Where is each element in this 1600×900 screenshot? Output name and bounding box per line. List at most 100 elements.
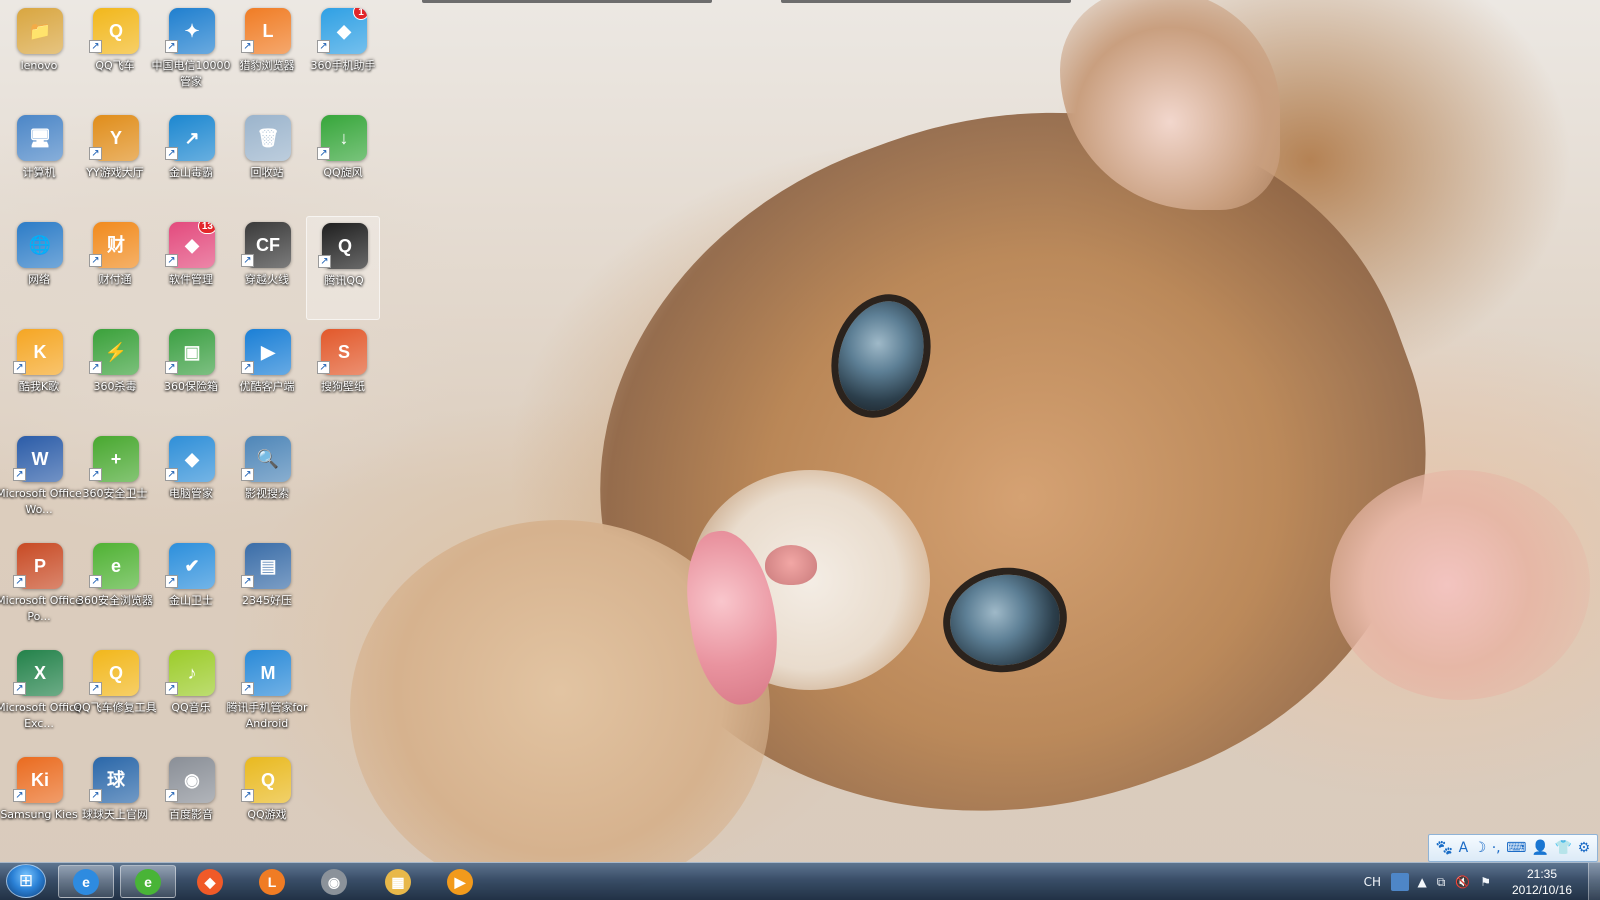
desktop-icon[interactable]: ↓ ↗ QQ旋风	[306, 109, 380, 213]
show-desktop-button[interactable]	[1588, 863, 1600, 900]
ime-toolbar-button[interactable]: ·,	[1492, 838, 1501, 858]
desktop-icon[interactable]: CF ↗ 穿越火线	[230, 216, 304, 320]
ime-toolbar-button[interactable]: ⚙	[1578, 838, 1591, 858]
shortcut-arrow-icon: ↗	[89, 40, 102, 53]
desktop-icon[interactable]: Y ↗ YY游戏大厅	[78, 109, 152, 213]
shortcut-arrow-icon: ↗	[241, 361, 254, 374]
media-player-taskbar-button[interactable]: ▶	[432, 865, 488, 898]
start-button[interactable]: ⊞	[6, 864, 46, 898]
ime-tray-icon[interactable]	[1391, 873, 1409, 891]
desktop-icon[interactable]: ▶ ↗ 优酷客户端	[230, 323, 304, 427]
wallpaper-cat-muzzle	[690, 470, 930, 690]
system-tray: CH	[1359, 863, 1414, 900]
desktop-icon[interactable]: L ↗ 猎豹浏览器	[230, 2, 304, 106]
desktop-icon[interactable]: ↗ ↗ 金山毒霸	[154, 109, 228, 213]
wallpaper-cat-tongue	[678, 524, 787, 711]
wallpaper-cat-paw	[350, 520, 770, 900]
clock[interactable]: 21:35 2012/10/16	[1502, 866, 1582, 898]
desktop-icon[interactable]: Q ↗ QQ飞车	[78, 2, 152, 106]
desktop-icon[interactable]: P ↗ Microsoft Office Po...	[0, 537, 82, 641]
liebao-taskbar-button[interactable]: L	[244, 865, 300, 898]
desktop-icon-label: QQ游戏	[247, 808, 287, 821]
wallpaper-cat-eye	[824, 290, 938, 422]
desktop-icon[interactable]: Ki ↗ Samsung Kies	[0, 751, 78, 855]
ime-toolbar[interactable]: 🐾 A ☽ ·, ⌨ 👤 👕 ⚙	[1428, 834, 1598, 862]
desktop-icon-label: 中国电信10000管家	[151, 59, 231, 88]
desktop-icon-label: 优酷客户端	[239, 380, 295, 393]
desktop-icon[interactable]: 财 ↗ 财付通	[78, 216, 152, 320]
desktop-icon[interactable]: ◆ 1 ↗ 360手机助手	[306, 2, 380, 106]
baidu-player-taskbar-button[interactable]: ◉	[306, 865, 362, 898]
360-browser-icon: e	[135, 868, 161, 895]
desktop[interactable]: 📁 lenovo Q ↗ QQ飞车 ✦ ↗ 中国电信10000管家 L ↗ 猎豹浏览器 ◆ 1 ↗ 360手…	[0, 0, 1600, 900]
shortcut-arrow-icon: ↗	[89, 468, 102, 481]
desktop-icon[interactable]: ⚡ ↗ 360杀毒	[78, 323, 152, 427]
desktop-icon[interactable]: + ↗ 360安全卫士	[78, 430, 152, 534]
desktop-icon[interactable]: X ↗ Microsoft Office Exc...	[0, 644, 82, 748]
shortcut-arrow-icon: ↗	[241, 468, 254, 481]
desktop-icon-label: 360安全浏览器	[77, 594, 153, 607]
desktop-icon[interactable]: 🔍 ↗ 影视搜索	[230, 430, 304, 534]
desktop-icon[interactable]: ◆ 13 ↗ 软件管理	[154, 216, 228, 320]
desktop-icon-label: 穿越火线	[245, 273, 289, 286]
ime-toolbar-button[interactable]: ☽	[1474, 838, 1487, 858]
desktop-icon[interactable]: W ↗ Microsoft Office Wo...	[0, 430, 82, 534]
desktop-icon[interactable]: ✔ ↗ 金山卫士	[154, 537, 228, 641]
desktop-icon[interactable]: 🗑 回收站	[230, 109, 304, 213]
show-hidden-icons-arrow[interactable]: ▲	[1417, 875, 1426, 889]
clock-date: 2012/10/16	[1511, 883, 1573, 897]
folder-icon: ▦	[385, 868, 411, 895]
desktop-icon[interactable]: K ↗ 酷我K歌	[2, 323, 76, 427]
desktop-icon[interactable]: S ↗ 搜狗壁纸	[306, 323, 380, 427]
desktop-icon[interactable]: ✦ ↗ 中国电信10000管家	[152, 2, 231, 106]
window-edge	[422, 0, 712, 3]
360-browser-taskbar-button[interactable]: e	[120, 865, 176, 898]
desktop-icon[interactable]: Q ↗ QQ游戏	[230, 751, 304, 855]
ime-toolbar-button[interactable]: 🐾	[1436, 838, 1453, 858]
desktop-icon[interactable]: ◉ ↗ 百度影音	[154, 751, 228, 855]
ime-toolbar-button[interactable]: ⌨	[1506, 838, 1526, 858]
desktop-icon[interactable]: 📁 lenovo	[2, 2, 76, 106]
desktop-icon[interactable]: 🌐 网络	[2, 216, 76, 320]
desktop-icon-label: 搜狗壁纸	[321, 380, 365, 393]
shortcut-arrow-icon: ↗	[89, 789, 102, 802]
desktop-icon[interactable]: ▤ ↗ 2345好压	[230, 537, 304, 641]
desktop-icon[interactable]: Q ↗ 腾讯QQ	[306, 216, 380, 320]
network-tray-icon[interactable]: ⧉	[1437, 875, 1446, 890]
shortcut-arrow-icon: ↗	[89, 682, 102, 695]
desktop-icon[interactable]: M ↗ 腾讯手机管家for Android	[226, 644, 308, 748]
ime-toolbar-button[interactable]: 👤	[1532, 838, 1549, 858]
desktop-icon-label: QQ旋风	[323, 166, 363, 179]
desktop-icon[interactable]: e ↗ 360安全浏览器	[77, 537, 153, 641]
shortcut-arrow-icon: ↗	[165, 254, 178, 267]
desktop-icon[interactable]: ▣ ↗ 360保险箱	[154, 323, 228, 427]
network-icon: 🌐	[17, 222, 63, 268]
desktop-icon[interactable]: Q ↗ QQ飞车修复工具	[73, 644, 157, 748]
desktop-icon[interactable]: ♪ ↗ QQ音乐	[154, 644, 228, 748]
user-folder-icon: 📁	[17, 8, 63, 54]
desktop-icon[interactable]: 球 ↗ 球球天上官网	[78, 751, 152, 855]
desktop-icon-label: 软件管理	[169, 273, 213, 286]
shortcut-arrow-icon: ↗	[241, 789, 254, 802]
shortcut-arrow-icon: ↗	[317, 40, 330, 53]
shortcut-arrow-icon: ↗	[165, 789, 178, 802]
360-phone-taskbar-button[interactable]: ◆	[182, 865, 238, 898]
desktop-icon-label: 2345好压	[242, 594, 292, 607]
shortcut-arrow-icon: ↗	[13, 575, 26, 588]
desktop-icon-label: 财付通	[98, 273, 132, 286]
desktop-icon[interactable]: 🖥 计算机	[2, 109, 76, 213]
ime-toolbar-button[interactable]: A	[1459, 838, 1469, 858]
ie-taskbar-button[interactable]: e	[58, 865, 114, 898]
shortcut-arrow-icon: ↗	[165, 682, 178, 695]
desktop-icon-label: 计算机	[22, 166, 56, 179]
language-indicator[interactable]: CH	[1364, 875, 1381, 889]
desktop-icon-label: 网络	[28, 273, 50, 286]
shortcut-arrow-icon: ↗	[241, 40, 254, 53]
explorer-taskbar-button[interactable]: ▦	[370, 865, 426, 898]
action-center-flag-icon[interactable]: ⚑	[1480, 875, 1491, 889]
volume-muted-icon[interactable]: 🔇	[1455, 875, 1470, 889]
desktop-icon-label: 酷我K歌	[18, 380, 60, 393]
media-player-icon: ▶	[447, 868, 473, 895]
desktop-icon[interactable]: ◆ ↗ 电脑管家	[154, 430, 228, 534]
ime-toolbar-button[interactable]: 👕	[1555, 838, 1572, 858]
